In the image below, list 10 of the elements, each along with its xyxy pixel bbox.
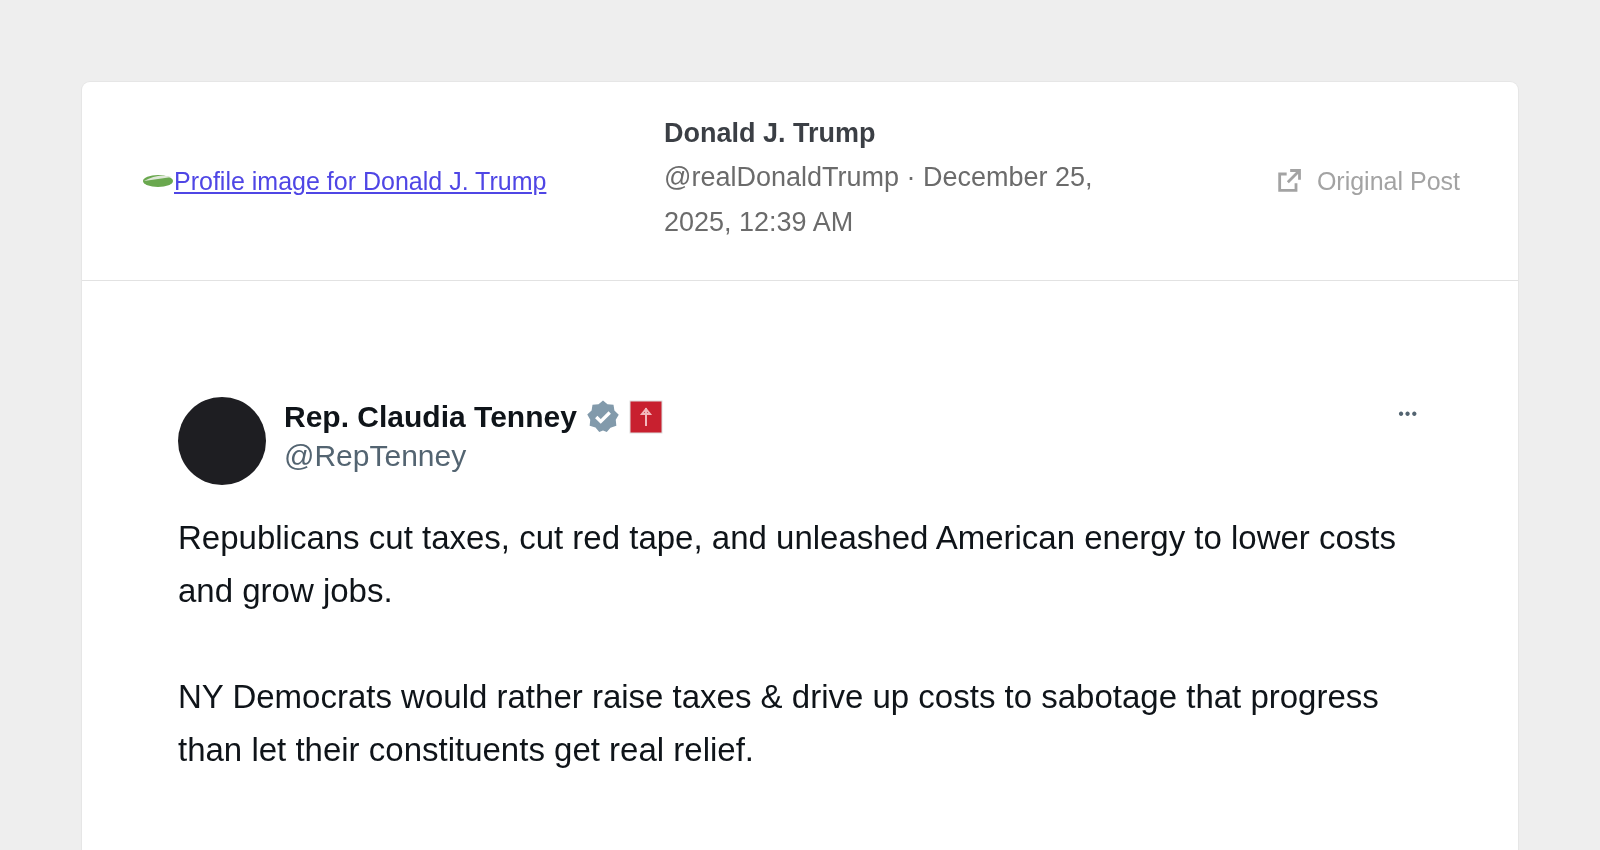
profile-image-link[interactable]: Profile image for Donald J. Trump: [142, 166, 654, 196]
more-options-button[interactable]: •••: [1394, 405, 1422, 423]
author-name: Donald J. Trump: [664, 117, 877, 149]
flag-icon: [628, 400, 663, 434]
tweet-author-name: Rep. Claudia Tenney: [284, 400, 577, 434]
tweet-handle: @RepTenney: [284, 439, 468, 473]
post-meta: @realDonaldTrump · December 25, 2025, 12:39 AM: [664, 160, 1094, 239]
tweet-text: NY Democrats would rather raise taxes & drive up costs to sabotage that progress than let their constituents get real relief.: [178, 677, 1380, 770]
tweet-text: Republicans cut taxes, cut red tape, and unleashed American energy to lower costs and grow jobs.: [178, 518, 1398, 611]
broken-image-icon: [142, 172, 174, 190]
